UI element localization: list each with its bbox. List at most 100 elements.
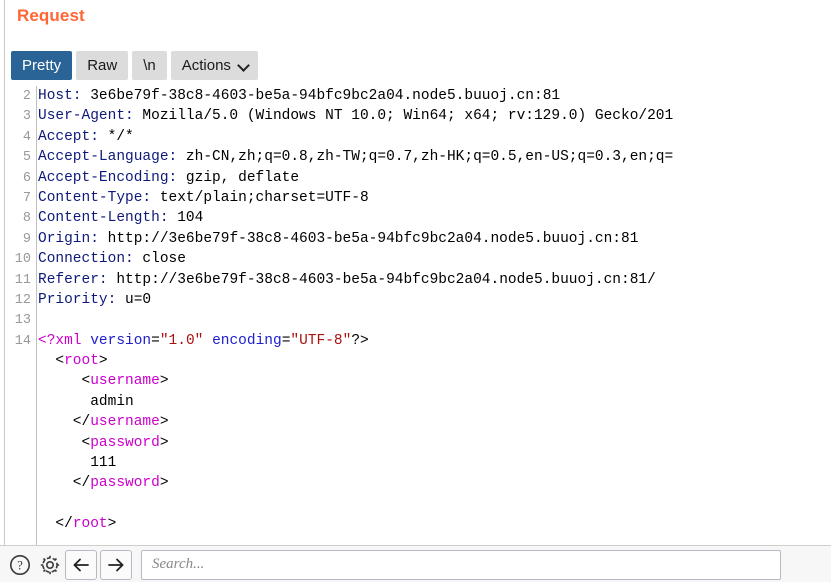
search-previous-button[interactable]: [65, 549, 97, 580]
code-token: Accept-Language:: [38, 149, 178, 166]
line-number: 6: [22, 170, 31, 186]
line-source: 111: [38, 453, 116, 473]
code-token: Accept:: [38, 128, 99, 145]
code-token: 3e6be79f-38c8-4603-be5a-94bfc9bc2a04.nod…: [81, 88, 561, 104]
line-source: Connection: close: [38, 249, 186, 269]
code-line: 8 Content-Length: 104: [5, 208, 673, 228]
line-source: [38, 310, 47, 330]
code-token: <: [38, 434, 91, 451]
code-token: User-Agent:: [38, 108, 134, 125]
code-line: 12 Priority: u=0: [5, 290, 673, 310]
code-line: [5, 494, 673, 514]
line-source: [38, 494, 47, 514]
line-source: Accept-Encoding: gzip, deflate: [38, 168, 299, 188]
code-line: 5 Accept-Language: zh-CN,zh;q=0.8,zh-TW;q…: [5, 147, 673, 167]
code-line: <root>: [5, 351, 673, 371]
code-line: 4 Accept: */*: [5, 127, 673, 147]
page-title: Request: [17, 6, 85, 25]
code-token: </: [38, 414, 91, 431]
line-source: <password>: [38, 433, 169, 453]
code-token: Content-Length:: [38, 210, 169, 227]
line-number: 2: [22, 89, 31, 104]
code-token: encoding: [212, 332, 282, 349]
code-token: <: [38, 353, 65, 370]
code-line: 9 Origin: http://3e6be79f-38c8-4603-be5a-…: [5, 229, 673, 249]
code-token: close: [133, 251, 186, 268]
code-token: http://3e6be79f-38c8-4603-be5a-94bfc9bc2…: [98, 230, 639, 247]
code-token: version: [90, 332, 152, 349]
line-source: <root>: [38, 351, 108, 371]
line-source: Content-Length: 104: [38, 208, 203, 228]
line-source: Accept-Language: zh-CN,zh;q=0.8,zh-TW;q=…: [38, 147, 673, 167]
code-token: password: [90, 475, 160, 492]
code-line: </root>: [5, 514, 673, 534]
code-token: gzip, deflate: [177, 169, 300, 186]
code-line: </password>: [5, 473, 673, 493]
code-token: root: [64, 353, 99, 370]
code-token: Mozilla/5.0 (Windows NT 10.0; Win64; x64…: [133, 108, 674, 125]
code-token: root: [72, 516, 108, 533]
line-number: 5: [22, 150, 31, 166]
svg-text:?: ?: [17, 558, 23, 572]
code-token: u=0: [116, 291, 152, 308]
code-token: Connection:: [38, 251, 134, 268]
code-token: >: [98, 353, 108, 370]
line-number: 3: [22, 109, 31, 125]
search-input[interactable]: [142, 556, 780, 573]
code-line: <username>: [5, 371, 673, 391]
code-token: >: [159, 414, 169, 431]
code-line: <password>: [5, 433, 673, 453]
request-editor[interactable]: 2 Host: 3e6be79f-38c8-4603-be5a-94bfc9bc2…: [5, 86, 831, 545]
tab-pretty[interactable]: Pretty: [11, 51, 73, 80]
code-token: "1.0": [159, 332, 204, 349]
arrow-left-icon: [73, 558, 89, 571]
code-line: 10 Connection: close: [5, 249, 673, 269]
line-source: </username>: [38, 412, 169, 432]
code-token: Origin:: [38, 230, 99, 247]
line-number: 13: [14, 313, 31, 329]
code-token: Accept-Encoding:: [38, 169, 178, 186]
settings-button[interactable]: [35, 550, 65, 580]
request-panel: Request Pretty Raw \n Actions 2 Host: 3e6…: [0, 0, 831, 582]
actions-menu-button[interactable]: Actions: [170, 51, 258, 80]
line-number: 12: [14, 292, 31, 308]
line-source: Referer: http://3e6be79f-38c8-4603-be5a-…: [38, 270, 656, 290]
line-source: <?xml version="1.0" encoding="UTF-8"?>: [38, 331, 369, 351]
code-token: >: [159, 434, 169, 451]
search-field-wrapper[interactable]: [141, 549, 781, 580]
code-token: */*: [98, 128, 134, 145]
line-source: </root>: [38, 514, 116, 534]
code-token: username: [90, 373, 160, 390]
chevron-down-icon: [239, 60, 250, 71]
line-source: Origin: http://3e6be79f-38c8-4603-be5a-9…: [38, 229, 638, 249]
code-token: Content-Type:: [38, 189, 152, 206]
code-line: </username>: [5, 412, 673, 432]
line-source: <username>: [38, 371, 169, 391]
code-token: "UTF-8": [290, 332, 352, 349]
code-token: Host:: [38, 88, 82, 104]
line-number: 9: [22, 231, 31, 247]
code-token: Priority:: [38, 291, 117, 308]
code-token: text/plain;charset=UTF-8: [151, 189, 369, 206]
tab-raw[interactable]: Raw: [76, 51, 129, 80]
tab-newline[interactable]: \n: [132, 51, 167, 80]
view-mode-tabstrip: Pretty Raw \n Actions: [11, 51, 258, 80]
arrow-right-icon: [108, 558, 124, 571]
code-token: >: [107, 516, 117, 533]
help-button[interactable]: ?: [5, 550, 35, 580]
code-line: 14 <?xml version="1.0" encoding="UTF-8"?>: [5, 331, 673, 351]
code-content: 2 Host: 3e6be79f-38c8-4603-be5a-94bfc9bc2…: [5, 86, 673, 535]
code-token: admin: [38, 393, 134, 410]
code-token: </: [38, 516, 73, 533]
search-next-button[interactable]: [100, 549, 132, 580]
code-line: 11 Referer: http://3e6be79f-38c8-4603-be5…: [5, 270, 673, 290]
editor-bottom-bar: ?: [0, 545, 831, 582]
line-number: 14: [14, 333, 31, 349]
line-source: User-Agent: Mozilla/5.0 (Windows NT 10.0…: [38, 106, 673, 126]
line-number: 10: [14, 252, 31, 268]
line-source: admin: [38, 392, 134, 412]
actions-label: Actions: [181, 57, 231, 74]
code-line: 6 Accept-Encoding: gzip, deflate: [5, 168, 673, 188]
line-source: </password>: [38, 473, 169, 493]
